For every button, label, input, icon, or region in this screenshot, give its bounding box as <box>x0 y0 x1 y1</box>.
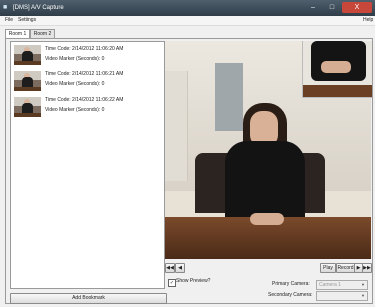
playback-controls: ◀◀ ◀ Play Record ▶ ▶▶ <box>165 263 372 273</box>
menu-file[interactable]: File <box>5 17 13 24</box>
maximize-button[interactable]: □ <box>323 2 341 13</box>
app-icon: ■ <box>3 4 8 11</box>
bookmark-item[interactable]: Time Code: 2/14/2012 11:06:21 AM Video M… <box>12 69 152 96</box>
secondary-camera-preview <box>302 41 372 98</box>
bookmark-video-marker: Video Marker (Seconds): 0 <box>45 81 105 87</box>
bookmark-thumbnail <box>14 97 41 117</box>
bookmark-time-code: Time Code: 2/14/2012 11:06:20 AM <box>45 46 124 52</box>
add-bookmark-button[interactable]: Add Bookmark <box>10 293 167 304</box>
show-preview-checkbox[interactable]: ✓ <box>168 279 176 287</box>
step-back-icon[interactable]: ◀ <box>175 263 185 273</box>
title-bar[interactable]: ■ [DMS] A/V Capture – □ X <box>0 0 375 16</box>
bookmark-thumbnail <box>14 71 41 91</box>
bookmark-video-marker: Video Marker (Seconds): 0 <box>45 107 105 113</box>
bookmark-item[interactable]: Time Code: 2/14/2012 11:06:20 AM Video M… <box>12 43 152 70</box>
primary-camera-value: Camera 1 <box>319 282 341 288</box>
chevron-down-icon: ▼ <box>361 293 365 298</box>
show-preview-label: Show Preview? <box>176 278 211 284</box>
record-button[interactable]: Record <box>336 263 355 273</box>
menu-settings[interactable]: Settings <box>18 17 36 24</box>
bookmark-time-code: Time Code: 2/14/2012 11:06:22 AM <box>45 97 124 103</box>
skip-forward-icon[interactable]: ▶▶ <box>362 263 372 273</box>
window-title: [DMS] A/V Capture <box>13 5 64 11</box>
app-window: ■ [DMS] A/V Capture – □ X File Settings … <box>0 0 375 307</box>
bookmark-item[interactable]: Time Code: 2/14/2012 11:06:22 AM Video M… <box>12 95 152 122</box>
secondary-camera-select[interactable]: ▼ <box>316 291 368 301</box>
bookmark-video-marker: Video Marker (Seconds): 0 <box>45 56 105 62</box>
menu-help[interactable]: Help <box>363 17 373 24</box>
skip-back-icon[interactable]: ◀◀ <box>165 263 175 273</box>
minimize-button[interactable]: – <box>304 2 322 13</box>
chevron-down-icon: ▼ <box>361 282 365 287</box>
primary-camera-select[interactable]: Camera 1 ▼ <box>316 280 368 290</box>
menu-bar: File Settings Help <box>0 16 375 26</box>
secondary-camera-label: Secondary Camera: <box>268 292 313 298</box>
primary-camera-label: Primary Camera: <box>272 281 310 287</box>
close-button[interactable]: X <box>342 2 372 13</box>
bookmark-thumbnail <box>14 45 41 65</box>
bookmark-time-code: Time Code: 2/14/2012 11:06:21 AM <box>45 71 124 77</box>
play-button[interactable]: Play <box>320 263 336 273</box>
tab-room-2[interactable]: Room 2 <box>30 29 55 38</box>
bookmark-list[interactable]: Time Code: 2/14/2012 11:06:20 AM Video M… <box>10 41 165 289</box>
